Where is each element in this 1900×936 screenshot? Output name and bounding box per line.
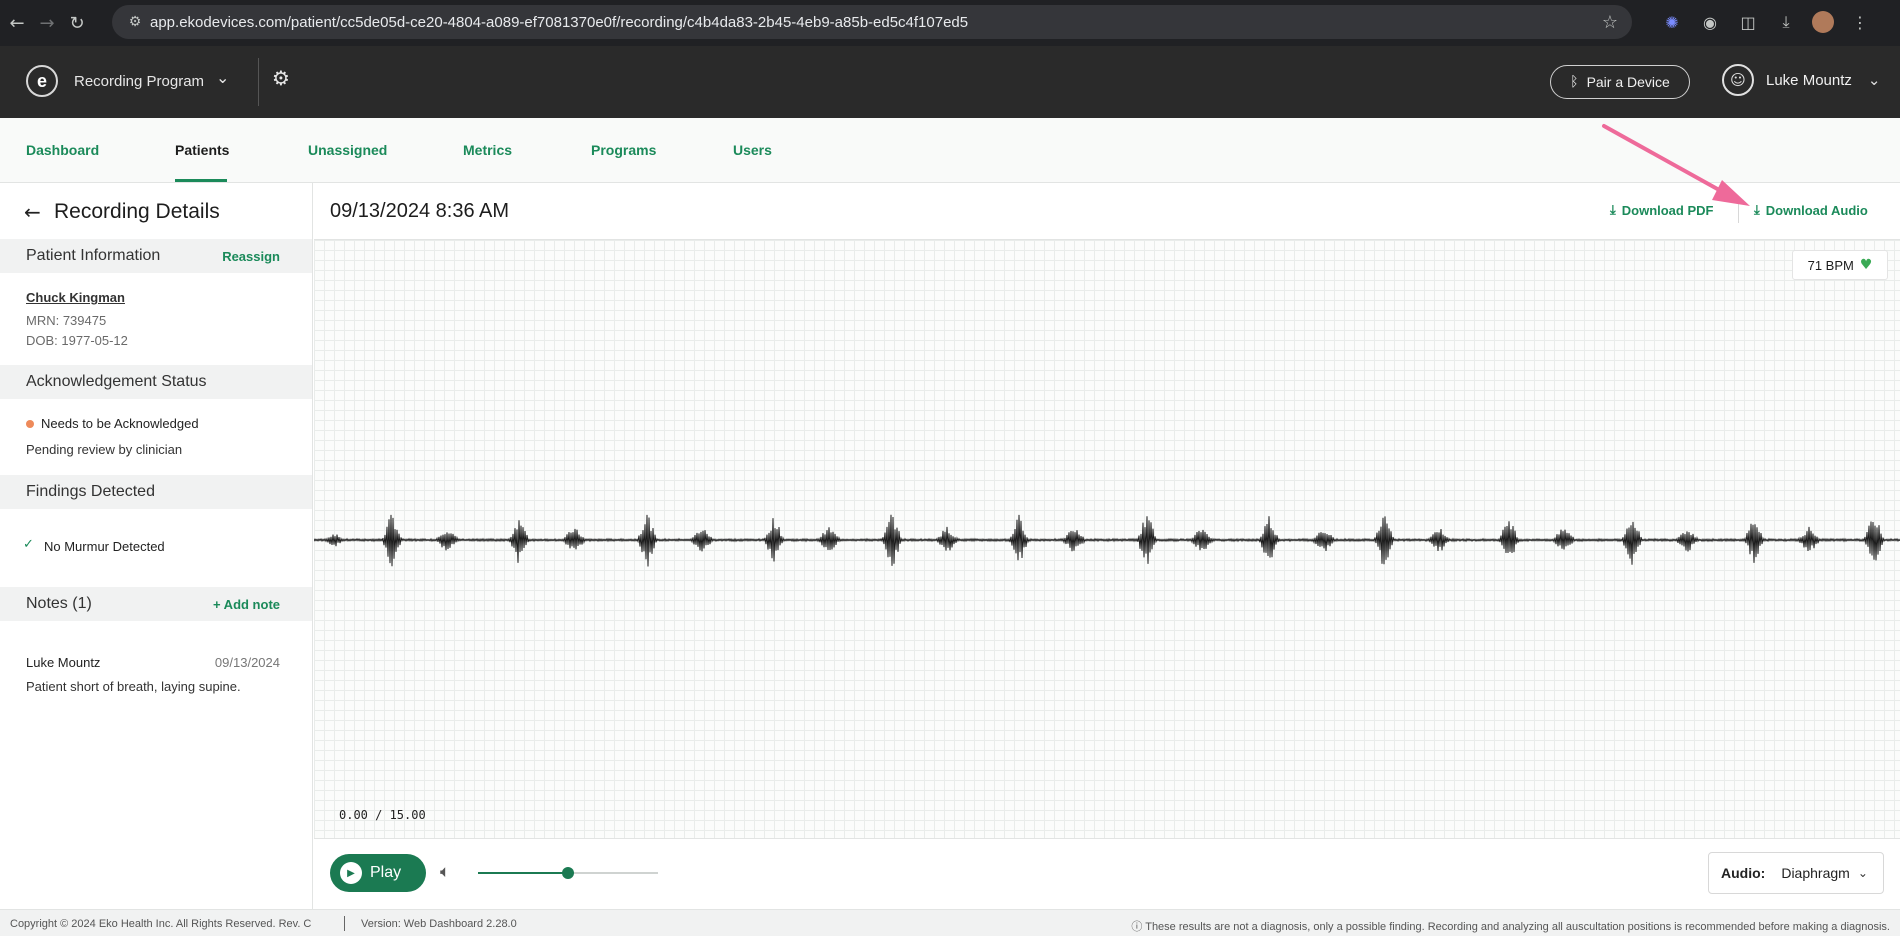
download-icon: ⤓	[1610, 203, 1616, 218]
volume-slider-fill	[478, 872, 568, 874]
tab-metrics[interactable]: Metrics	[463, 142, 512, 158]
volume-slider[interactable]	[478, 867, 658, 879]
footer: Copyright © 2024 Eko Health Inc. All Rig…	[0, 909, 1900, 936]
forward-icon[interactable]: →	[34, 10, 60, 36]
waveform-trace	[314, 514, 1900, 567]
tab-unassigned[interactable]: Unassigned	[308, 142, 387, 158]
browser-toolbar: ← → ↻ ⚙ app.ekodevices.com/patient/cc5de…	[0, 0, 1900, 46]
note-text: Patient short of breath, laying supine.	[26, 679, 241, 694]
program-selector-label[interactable]: Recording Program	[74, 73, 204, 90]
browser-menu-icon[interactable]: ⋮	[1848, 10, 1872, 34]
tab-programs[interactable]: Programs	[591, 142, 656, 158]
bpm-badge: 71 BPM ♥	[1792, 250, 1888, 280]
section-title: Notes (1)	[26, 595, 92, 612]
download-pdf-label: Download PDF	[1621, 203, 1714, 218]
reload-icon[interactable]: ↻	[64, 10, 90, 36]
extension-icon[interactable]: ◉	[1698, 10, 1722, 34]
patient-dob: DOB: 1977-05-12	[26, 333, 128, 348]
user-menu[interactable]: ☺ Luke Mountz ⌄	[1722, 64, 1880, 96]
pair-device-label: Pair a Device	[1586, 74, 1670, 90]
recording-panel: 09/13/2024 8:36 AM ⤓ Download PDF ⤓ Down…	[314, 183, 1900, 909]
checkmark-icon: ✓	[23, 537, 34, 552]
disclaimer-text: These results are not a diagnosis, only …	[1145, 921, 1890, 933]
url-text[interactable]: app.ekodevices.com/patient/cc5de05d-ce20…	[150, 14, 968, 31]
patient-mrn: MRN: 739475	[26, 313, 107, 328]
download-pdf-button[interactable]: ⤓ Download PDF	[1610, 203, 1713, 218]
volume-slider-thumb[interactable]	[562, 867, 574, 879]
active-tab-indicator	[175, 179, 227, 182]
user-avatar-icon[interactable]: ☺	[1722, 64, 1754, 96]
download-audio-label: Download Audio	[1765, 203, 1868, 218]
page-title: Recording Details	[54, 200, 220, 223]
recording-details-sidebar: ← Recording Details Patient Information …	[0, 183, 313, 909]
audio-player: ▶ Play 🔈︎ Audio: Diaphragm ⌄	[314, 839, 1900, 909]
downloads-icon[interactable]: ⤓	[1774, 10, 1798, 34]
pair-device-button[interactable]: ᛒ Pair a Device	[1550, 65, 1690, 99]
download-audio-button[interactable]: ⤓ Download Audio	[1754, 203, 1868, 218]
header-divider	[258, 58, 259, 106]
browser-profile-avatar[interactable]	[1812, 11, 1834, 33]
reassign-button[interactable]: Reassign	[222, 249, 280, 264]
site-info-icon[interactable]: ⚙	[120, 14, 150, 30]
bookmark-star-icon[interactable]: ☆	[1602, 12, 1618, 33]
section-title: Patient Information	[26, 247, 161, 264]
user-name[interactable]: Luke Mountz	[1766, 72, 1852, 89]
version-text: Version: Web Dashboard 2.28.0	[361, 918, 517, 930]
waveform	[314, 514, 1900, 567]
chevron-down-icon[interactable]: ⌄	[1858, 866, 1868, 880]
patient-info-header: Patient Information Reassign	[0, 239, 312, 273]
ack-status-header: Acknowledgement Status	[0, 365, 312, 399]
tab-users[interactable]: Users	[733, 142, 772, 158]
info-icon: ⓘ	[1131, 920, 1143, 933]
address-bar[interactable]: ⚙ app.ekodevices.com/patient/cc5de05d-ce…	[112, 5, 1632, 39]
bpm-value: 71 BPM	[1807, 257, 1854, 273]
status-dot-icon	[26, 420, 34, 428]
footer-divider	[344, 916, 345, 931]
download-icon: ⤓	[1754, 203, 1760, 218]
back-arrow-icon[interactable]: ←	[24, 200, 41, 224]
copyright-text: Copyright © 2024 Eko Health Inc. All Rig…	[10, 918, 312, 930]
ack-status-subtext: Pending review by clinician	[26, 442, 183, 457]
tab-dashboard[interactable]: Dashboard	[26, 142, 99, 158]
audio-mode-value[interactable]: Diaphragm	[1781, 865, 1849, 881]
tab-patients[interactable]: Patients	[175, 142, 229, 158]
bluetooth-icon: ᛒ	[1570, 74, 1579, 90]
finding-item: No Murmur Detected	[44, 539, 165, 554]
divider	[1738, 199, 1739, 223]
ack-status-text: Needs to be Acknowledged	[41, 416, 199, 431]
app-header: e Recording Program ⌄ ⚙ ᛒ Pair a Device …	[0, 46, 1900, 118]
notes-header: Notes (1) + Add note	[0, 587, 312, 621]
eko-logo[interactable]: e	[26, 65, 58, 97]
section-title: Acknowledgement Status	[26, 373, 207, 390]
audio-mode-select[interactable]: Audio: Diaphragm ⌄	[1708, 852, 1884, 894]
note-author: Luke Mountz	[26, 655, 101, 670]
findings-header: Findings Detected	[0, 475, 312, 509]
play-label: Play	[370, 864, 402, 881]
chevron-down-icon[interactable]: ⌄	[1868, 71, 1881, 89]
patient-name-link[interactable]: Chuck Kingman	[26, 290, 125, 305]
recording-datetime: 09/13/2024 8:36 AM	[330, 200, 510, 222]
gear-icon[interactable]: ⚙	[272, 66, 290, 90]
waveform-display[interactable]: 71 BPM ♥ 0.00 / 15.00	[314, 239, 1900, 839]
play-icon: ▶	[340, 862, 362, 884]
disclaimer: ⓘ These results are not a diagnosis, onl…	[1131, 918, 1890, 934]
add-note-button[interactable]: + Add note	[213, 597, 280, 612]
extensions-puzzle-icon[interactable]: ◫	[1736, 10, 1760, 34]
play-button[interactable]: ▶ Play	[330, 854, 426, 892]
back-icon[interactable]: ←	[4, 10, 30, 36]
time-readout: 0.00 / 15.00	[339, 808, 426, 822]
heart-icon: ♥	[1859, 257, 1873, 273]
volume-icon[interactable]: 🔈︎	[440, 862, 450, 882]
audio-mode-label: Audio:	[1721, 865, 1766, 881]
main-nav: Dashboard Patients Unassigned Metrics Pr…	[0, 118, 1900, 183]
extension-icon[interactable]: ✺	[1660, 10, 1684, 34]
section-title: Findings Detected	[26, 483, 155, 500]
chevron-down-icon[interactable]: ⌄	[216, 68, 229, 87]
note-date: 09/13/2024	[214, 655, 280, 670]
